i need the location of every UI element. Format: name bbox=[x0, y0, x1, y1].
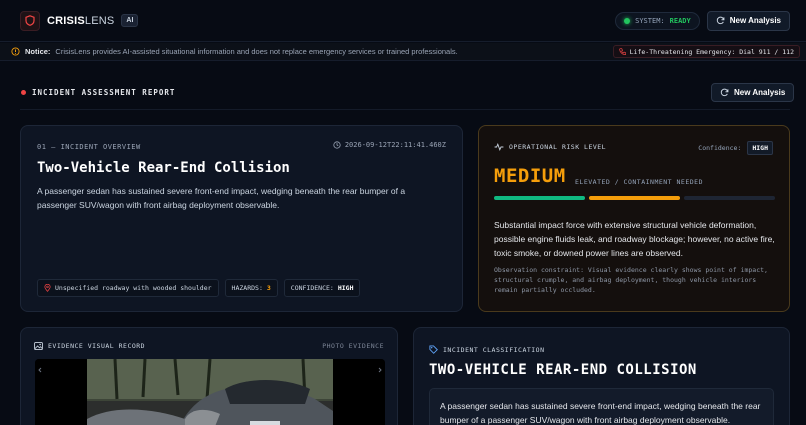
photo-evidence-label: PHOTO EVIDENCE bbox=[322, 342, 384, 350]
classification-title: TWO-VEHICLE REAR-END COLLISION bbox=[429, 362, 697, 378]
risk-label-text: OPERATIONAL RISK LEVEL bbox=[509, 143, 607, 151]
phone-icon bbox=[618, 48, 626, 55]
refresh-icon bbox=[720, 88, 729, 97]
divider bbox=[20, 109, 790, 110]
clock-icon bbox=[333, 141, 341, 149]
evidence-card: EVIDENCE VISUAL RECORD PHOTO EVIDENCE bbox=[20, 327, 398, 425]
operational-risk-card: OPERATIONAL RISK LEVEL Confidence: HIGH … bbox=[478, 125, 790, 312]
location-text: Unspecified roadway with wooded shoulder bbox=[55, 284, 212, 292]
location-tag: Unspecified roadway with wooded shoulder bbox=[37, 279, 219, 297]
new-analysis-button-secondary[interactable]: New Analysis bbox=[711, 83, 795, 102]
status-value: READY bbox=[669, 16, 691, 25]
alert-dot bbox=[21, 90, 26, 95]
classification-description-box: A passenger sedan has sustained severe f… bbox=[429, 388, 774, 425]
emergency-badge[interactable]: Life-Threatening Emergency: Dial 911 / 1… bbox=[612, 45, 800, 58]
system-status: SYSTEM: READY bbox=[615, 11, 700, 30]
overview-timestamp: 2026-09-12T22:11:41.460Z bbox=[333, 141, 446, 149]
risk-meter-segment bbox=[494, 196, 585, 200]
notice-text: CrisisLens provides AI-assisted situatio… bbox=[55, 47, 458, 56]
classification-label: INCIDENT CLASSIFICATION bbox=[429, 345, 545, 354]
hazards-value: 3 bbox=[266, 284, 271, 292]
incident-classification-card: INCIDENT CLASSIFICATION TWO-VEHICLE REAR… bbox=[413, 327, 790, 425]
risk-label: OPERATIONAL RISK LEVEL bbox=[494, 143, 606, 151]
brand-ai-badge: AI bbox=[121, 14, 139, 27]
observation-constraint: Observation constraint: Visual evidence … bbox=[494, 266, 768, 294]
status-label: SYSTEM: bbox=[635, 16, 665, 25]
hazards-label: HAZARDS: bbox=[231, 284, 263, 292]
shield-icon bbox=[20, 10, 40, 31]
confidence-label: CONFIDENCE: bbox=[290, 284, 334, 292]
risk-level: MEDIUM bbox=[494, 165, 566, 187]
incident-title: Two-Vehicle Rear-End Collision bbox=[37, 160, 290, 176]
notice-bar: Notice: CrisisLens provides AI-assisted … bbox=[0, 43, 806, 61]
risk-confidence-label: Confidence: bbox=[698, 144, 742, 152]
classification-description: A passenger sedan has sustained severe f… bbox=[440, 401, 761, 425]
brand: CRISISLENS AI bbox=[20, 10, 139, 31]
new-analysis-label: New Analysis bbox=[734, 88, 786, 97]
hazards-tag: HAZARDS: 3 bbox=[224, 279, 278, 297]
report-title: INCIDENT ASSESSMENT REPORT bbox=[21, 88, 175, 97]
risk-meter-segment bbox=[684, 196, 775, 200]
confidence-value: HIGH bbox=[337, 284, 354, 292]
incident-description: A passenger sedan has sustained severe f… bbox=[37, 186, 406, 210]
classification-label-text: INCIDENT CLASSIFICATION bbox=[443, 345, 545, 354]
image-icon bbox=[34, 342, 43, 350]
status-dot bbox=[624, 17, 631, 24]
risk-sublabel: ELEVATED / CONTAINMENT NEEDED bbox=[575, 178, 703, 186]
tag-icon bbox=[429, 345, 438, 354]
brand-name: CRISISLENS bbox=[47, 14, 115, 27]
incident-overview-card: 01 — INCIDENT OVERVIEW 2026-09-12T22:11:… bbox=[20, 125, 463, 312]
evidence-photo[interactable] bbox=[35, 359, 385, 425]
evidence-label-text: EVIDENCE VISUAL RECORD bbox=[48, 342, 146, 350]
top-bar: CRISISLENS AI SYSTEM: READY New Analysis bbox=[0, 0, 806, 42]
refresh-icon bbox=[716, 16, 725, 25]
risk-confidence: Confidence: HIGH bbox=[698, 141, 773, 155]
new-analysis-label: New Analysis bbox=[729, 16, 781, 25]
new-analysis-button[interactable]: New Analysis bbox=[706, 10, 790, 31]
warning-icon bbox=[11, 47, 20, 56]
risk-description: Substantial impact force with extensive … bbox=[494, 220, 775, 258]
risk-confidence-value: HIGH bbox=[747, 141, 773, 155]
confidence-tag: CONFIDENCE: HIGH bbox=[283, 279, 361, 297]
risk-meter-segment bbox=[589, 196, 680, 200]
notice-label: Notice: bbox=[25, 47, 51, 56]
report-title-text: INCIDENT ASSESSMENT REPORT bbox=[32, 88, 176, 97]
activity-icon bbox=[494, 143, 504, 151]
map-pin-icon bbox=[44, 284, 51, 292]
overview-label: 01 — INCIDENT OVERVIEW bbox=[37, 143, 141, 151]
emergency-text: Life-Threatening Emergency: Dial 911 / 1… bbox=[629, 47, 794, 56]
evidence-label: EVIDENCE VISUAL RECORD bbox=[34, 342, 145, 350]
risk-meter bbox=[494, 196, 775, 200]
timestamp-text: 2026-09-12T22:11:41.460Z bbox=[344, 141, 446, 149]
